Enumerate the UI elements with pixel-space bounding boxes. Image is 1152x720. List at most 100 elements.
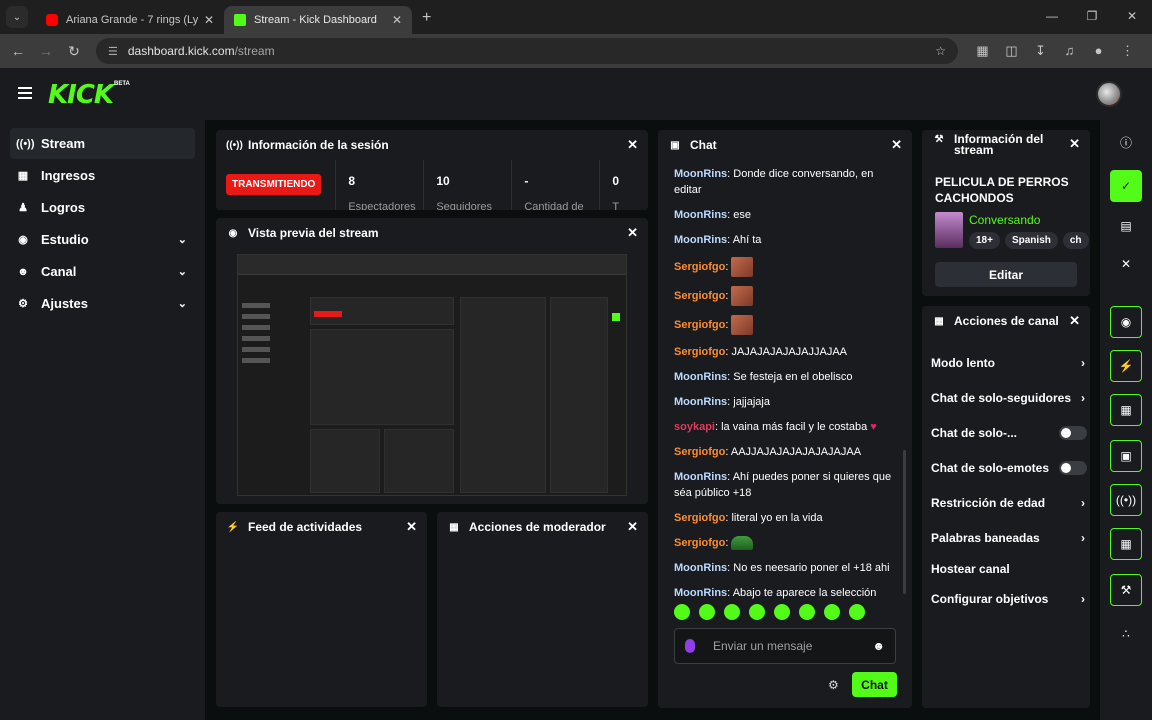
action-followers-only[interactable]: Chat de solo-seguidores › — [931, 388, 1085, 408]
emote-button[interactable] — [674, 604, 690, 620]
chat-username[interactable]: Sergiofgo — [674, 346, 725, 358]
moderator-icon[interactable]: ▦ — [1110, 528, 1142, 560]
category-name[interactable]: Conversando — [969, 213, 1040, 227]
close-icon[interactable]: ✕ — [204, 13, 214, 27]
chat-username[interactable]: MoonRins — [674, 471, 727, 483]
bookmark-star-icon[interactable]: ☆ — [935, 44, 946, 58]
emoji-icon[interactable]: ☻ — [872, 639, 885, 653]
emote-button[interactable] — [849, 604, 865, 620]
info-icon[interactable]: ⓘ — [1110, 126, 1142, 158]
close-icon[interactable]: ✕ — [1110, 248, 1142, 280]
chat-input-box[interactable]: ☻ — [674, 628, 896, 664]
puzzle-icon[interactable]: ◫ — [997, 43, 1026, 59]
broadcast-icon[interactable]: ((•)) — [1110, 484, 1142, 516]
chat-message: MoonRins: Ahí puedes poner si quieres qu… — [674, 471, 892, 499]
action-age-restriction[interactable]: Restricción de edad › — [931, 493, 1085, 513]
check-icon[interactable]: ✓ — [1110, 170, 1142, 202]
sidebar-item-logros[interactable]: ♟ Logros — [10, 192, 195, 223]
sidebar-item-label: Logros — [41, 200, 86, 215]
chat-username[interactable]: Sergiofgo — [674, 261, 725, 273]
kick-logo[interactable]: KICK — [48, 80, 114, 110]
chat-username[interactable]: MoonRins — [674, 234, 727, 246]
close-icon[interactable]: ✕ — [392, 13, 402, 27]
media-control-icon[interactable]: ♫ — [1055, 43, 1084, 59]
chat-username[interactable]: MoonRins — [674, 587, 727, 599]
sidebar-item-stream[interactable]: ((•)) Stream — [10, 128, 195, 159]
close-icon[interactable]: ✕ — [627, 225, 638, 241]
layout-icon[interactable]: ▤ — [1110, 210, 1142, 242]
sidebar-item-estudio[interactable]: ◉ Estudio ⌄ — [10, 224, 195, 255]
emote-button[interactable] — [799, 604, 815, 620]
close-icon[interactable]: ✕ — [627, 137, 638, 153]
stream-info-panel: ⚒ Información del stream ✕ PELICULA DE P… — [922, 130, 1090, 296]
emote-image — [731, 536, 754, 551]
extension-icon[interactable]: ▦ — [968, 43, 997, 59]
hamburger-menu-icon[interactable] — [18, 87, 32, 102]
emote-button[interactable] — [774, 604, 790, 620]
chat-username[interactable]: MoonRins — [674, 168, 727, 180]
tab-search-dropdown[interactable]: ⌄ — [6, 6, 28, 28]
chat-username[interactable]: Sergiofgo — [674, 446, 725, 458]
minimize-icon[interactable]: — — [1032, 0, 1072, 32]
more-icon[interactable]: ∴ — [1110, 618, 1142, 650]
emote-button[interactable] — [724, 604, 740, 620]
sidebar-item-canal[interactable]: ☻ Canal ⌄ — [10, 256, 195, 287]
sidebar-item-ingresos[interactable]: ▦ Ingresos — [10, 160, 195, 191]
back-icon[interactable]: ← — [4, 43, 32, 59]
reload-icon[interactable]: ↻ — [60, 43, 88, 60]
forward-icon[interactable]: → — [32, 43, 60, 59]
chat-username[interactable]: MoonRins — [674, 371, 727, 383]
address-bar[interactable]: ☰ dashboard.kick.com/stream ☆ — [96, 38, 958, 64]
action-banned-words[interactable]: Palabras baneadas › — [931, 528, 1085, 548]
chat-username[interactable]: MoonRins — [674, 396, 727, 408]
subs-only-toggle[interactable] — [1059, 426, 1087, 440]
chat-username[interactable]: soykapi — [674, 421, 715, 433]
chat-message-input[interactable] — [713, 639, 873, 653]
download-icon[interactable]: ↧ — [1026, 43, 1055, 59]
preview-live-badge — [314, 311, 342, 317]
emote-button[interactable] — [824, 604, 840, 620]
wrench-icon[interactable]: ⚒ — [1110, 574, 1142, 606]
chat-scrollbar[interactable] — [903, 450, 906, 594]
mic-icon[interactable] — [685, 639, 695, 653]
document-icon[interactable]: ▦ — [1110, 394, 1142, 426]
emote-button[interactable] — [699, 604, 715, 620]
close-icon[interactable]: ✕ — [627, 519, 638, 535]
lightning-icon[interactable]: ⚡ — [1110, 350, 1142, 382]
camera-icon[interactable]: ◉ — [1110, 306, 1142, 338]
browser-tab-kick[interactable]: Stream - Kick Dashboard ✕ — [224, 6, 412, 34]
site-info-icon[interactable]: ☰ — [108, 45, 118, 58]
chat-text: la vaina más facil y le costaba — [721, 421, 868, 433]
emote-button[interactable] — [749, 604, 765, 620]
close-icon[interactable]: ✕ — [406, 519, 417, 535]
close-icon[interactable]: ✕ — [1069, 137, 1080, 150]
close-window-icon[interactable]: ✕ — [1112, 0, 1152, 32]
chat-username[interactable]: Sergiofgo — [674, 319, 725, 331]
chat-messages[interactable]: MoonRins: Donde dice conversando, en edi… — [674, 166, 902, 604]
action-slow-mode[interactable]: Modo lento › — [931, 353, 1085, 373]
menu-icon[interactable]: ⋮ — [1113, 43, 1142, 59]
profile-icon[interactable]: ● — [1084, 43, 1113, 59]
chat-username[interactable]: MoonRins — [674, 562, 727, 574]
chat-bubble-icon[interactable]: ▣ — [1110, 440, 1142, 472]
chat-send-button[interactable]: Chat — [852, 672, 897, 697]
action-set-goals[interactable]: Configurar objetivos › — [931, 589, 1085, 609]
emotes-only-toggle[interactable] — [1059, 461, 1087, 475]
chat-message: MoonRins: Se festeja en el obelisco — [674, 371, 853, 383]
restore-icon[interactable]: ❐ — [1072, 0, 1112, 32]
chat-username[interactable]: Sergiofgo — [674, 290, 725, 302]
avatar[interactable] — [1096, 81, 1122, 107]
close-icon[interactable]: ✕ — [1069, 313, 1080, 329]
new-tab-button[interactable]: + — [422, 9, 431, 27]
preview-info — [550, 297, 608, 493]
stream-preview-video[interactable] — [237, 254, 627, 496]
chat-username[interactable]: Sergiofgo — [674, 537, 725, 549]
close-icon[interactable]: ✕ — [891, 137, 902, 153]
action-host-channel[interactable]: Hostear canal — [931, 559, 1081, 579]
browser-tab-youtube[interactable]: Ariana Grande - 7 rings (Lyrics) ✕ — [36, 6, 224, 34]
edit-button[interactable]: Editar — [935, 262, 1077, 287]
chat-settings-gear-icon[interactable]: ⚙ — [828, 678, 839, 692]
chat-username[interactable]: MoonRins — [674, 209, 727, 221]
chat-username[interactable]: Sergiofgo — [674, 512, 725, 524]
sidebar-item-ajustes[interactable]: ⚙ Ajustes ⌄ — [10, 288, 195, 319]
